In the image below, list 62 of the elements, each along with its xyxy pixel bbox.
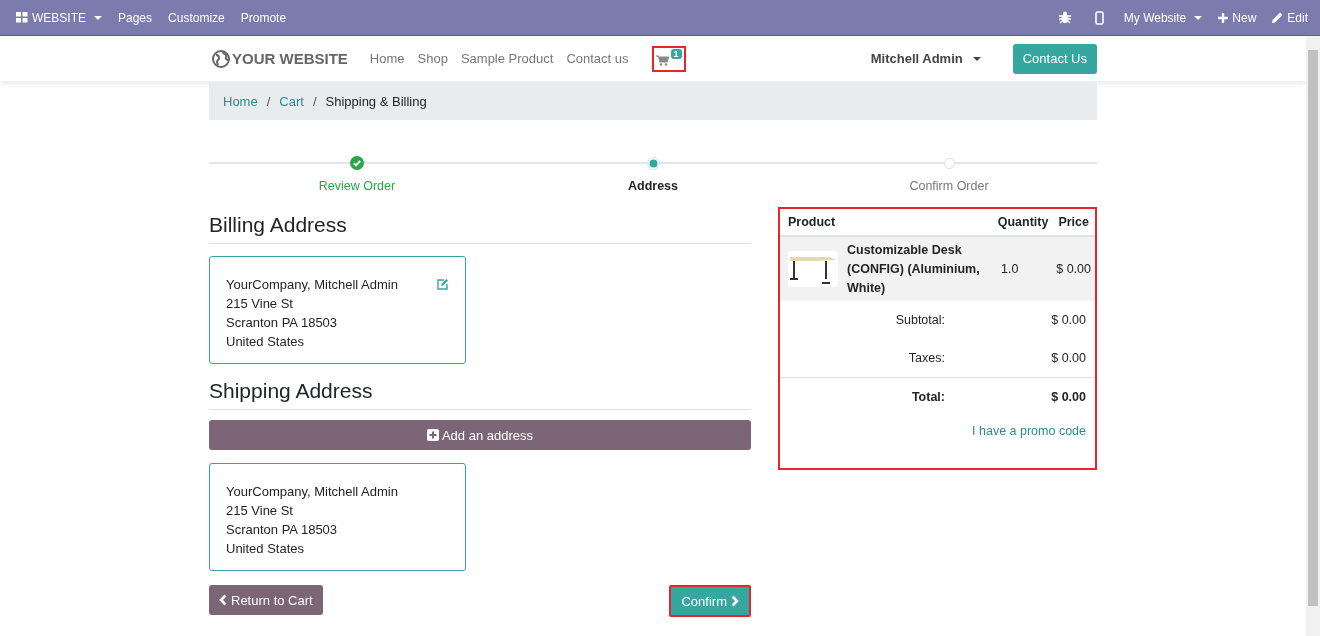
return-to-cart-button[interactable]: Return to Cart: [209, 585, 323, 615]
section-heading: Shipping Address: [209, 379, 751, 410]
pencil-icon: [1272, 12, 1284, 23]
price-cell-text: $ 0.00: [1055, 262, 1091, 276]
step-label: Address: [628, 179, 678, 193]
breadcrumb-separator: /: [312, 93, 317, 109]
product-name: Customizable Desk (CONFIG) (Aluminium, White): [847, 241, 981, 297]
address-line: United States: [226, 540, 306, 558]
edit-icon[interactable]: [436, 278, 449, 290]
address-card[interactable]: YourCompany, Mitchell Admin 215 Vine St Scranton PA 18503 United States: [209, 463, 466, 571]
confirm-button[interactable]: Confirm: [669, 585, 751, 617]
website-switcher-button[interactable]: My Website: [1115, 0, 1211, 35]
step-label: Confirm Order: [909, 179, 989, 193]
column-header: Price: [1058, 215, 1089, 229]
nav-link[interactable]: Home: [369, 51, 405, 66]
cart-count-badge: 1: [670, 48, 682, 59]
nav-link[interactable]: Sample Product: [460, 51, 554, 66]
scrollbar[interactable]: [1306, 36, 1320, 636]
website-menu-button[interactable]: WEBSITE: [8, 0, 110, 35]
cart-button[interactable]: 1: [651, 45, 686, 72]
contact-us-button[interactable]: Contact Us: [1012, 43, 1097, 74]
website-logo[interactable]: YOUR WEBSITE: [212, 49, 348, 68]
edit-button[interactable]: Edit: [1264, 0, 1316, 35]
address-line: Scranton PA 18503: [226, 521, 339, 539]
breadcrumb-link[interactable]: Home: [223, 93, 258, 109]
promo-code-link[interactable]: I have a promo code: [972, 424, 1086, 438]
plus-square-icon: [426, 429, 439, 441]
breadcrumb-current: Shipping & Billing: [325, 93, 427, 109]
new-button[interactable]: New: [1210, 0, 1265, 35]
desk-image: [788, 251, 838, 287]
breadcrumb-link[interactable]: Cart: [279, 93, 304, 109]
column-header: Quantity: [997, 215, 1049, 229]
grid-icon: [16, 12, 28, 23]
address-line: Scranton PA 18503: [226, 314, 339, 332]
toolbar-menu-item[interactable]: Pages: [110, 0, 161, 35]
cart-icon: [655, 55, 669, 66]
total-label: Total:: [910, 390, 945, 404]
column-header: Product: [788, 215, 837, 229]
step-label: Review Order: [318, 179, 396, 193]
address-card[interactable]: YourCompany, Mitchell Admin 215 Vine St Scranton PA 18503 United States: [209, 256, 466, 364]
plus-icon: [1218, 12, 1229, 23]
toolbar-menu-item[interactable]: Customize: [160, 0, 233, 35]
quantity-cell-text: 1.0: [1001, 262, 1020, 276]
address-line: YourCompany, Mitchell Admin: [226, 483, 399, 501]
address-line: YourCompany, Mitchell Admin: [226, 276, 399, 294]
address-line: United States: [226, 333, 306, 351]
nav-link[interactable]: Contact us: [566, 51, 629, 66]
address-line: 215 Vine St: [226, 295, 294, 313]
section-heading: Billing Address: [209, 213, 751, 244]
total-value: $ 0.00: [1050, 351, 1086, 365]
total-label: Subtotal:: [894, 313, 945, 327]
total-value: $ 0.00: [1050, 390, 1086, 404]
address-line: 215 Vine St: [226, 502, 294, 520]
chevron-left-icon: [219, 594, 227, 606]
toolbar-menu-item[interactable]: Promote: [232, 0, 295, 35]
chevron-right-icon: [731, 595, 739, 607]
total-value: $ 0.00: [1050, 313, 1086, 327]
add-address-button[interactable]: Add an address: [209, 420, 751, 450]
breadcrumb-separator: /: [266, 93, 271, 109]
total-label: Taxes:: [907, 351, 945, 365]
nav-link[interactable]: Shop: [417, 51, 448, 66]
user-menu-button[interactable]: Mitchell Admin: [864, 50, 987, 67]
